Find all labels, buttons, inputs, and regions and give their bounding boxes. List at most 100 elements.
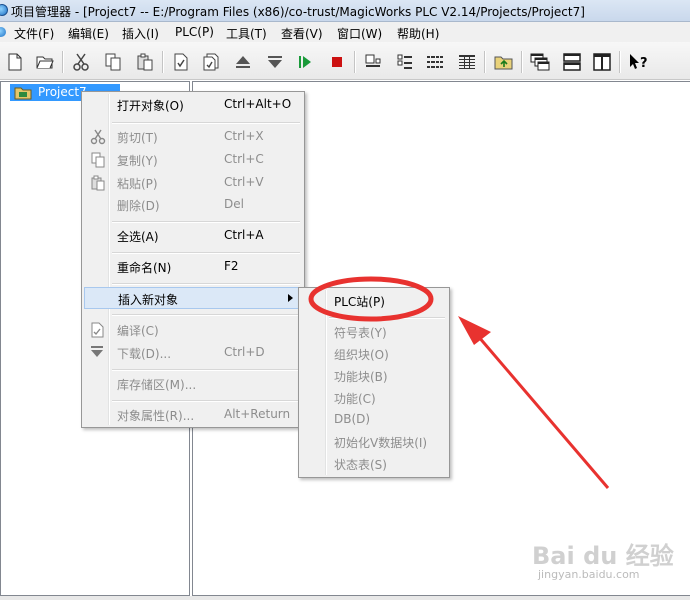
copy-icon [90, 152, 106, 171]
compile-icon [90, 322, 106, 341]
context-item-copy[interactable]: 复制(Y) Ctrl+C [84, 149, 302, 171]
tile-horizontal-icon[interactable] [561, 51, 583, 73]
compile-icon[interactable] [170, 51, 192, 73]
tree-item-label: Project7 [38, 85, 87, 99]
menu-separator [329, 317, 445, 319]
menu-item-shortcut: F2 [224, 259, 239, 273]
toolbar-separator [354, 51, 356, 73]
stop-icon[interactable] [326, 51, 348, 73]
menu-item-shortcut: Alt+Return [224, 407, 291, 421]
status-bar [0, 596, 690, 600]
context-item-delete[interactable]: 删除(D) Del [84, 194, 302, 216]
context-item-paste[interactable]: 粘贴(P) Ctrl+V [84, 172, 302, 194]
help-icon[interactable]: ? [627, 51, 649, 73]
title-bar: 项目管理器 - [Project7 -- E:/Program Files (x… [0, 0, 690, 22]
paste-icon [90, 175, 106, 194]
tile-vertical-icon[interactable] [591, 51, 613, 73]
cut-icon[interactable] [70, 51, 92, 73]
compile-all-icon[interactable] [200, 51, 222, 73]
context-menu: 打开对象(O) Ctrl+Alt+O 剪切(T) Ctrl+X 复制(Y) Ct… [81, 91, 305, 428]
small-icons-icon[interactable] [394, 51, 416, 73]
toolbar-separator [484, 51, 486, 73]
menu-tools[interactable]: 工具(T) [226, 25, 267, 42]
menu-item-shortcut: Ctrl+C [224, 152, 264, 166]
svg-text:?: ? [640, 56, 648, 71]
menu-separator [112, 400, 300, 402]
submenu-item-status-table[interactable]: 状态表(S) [301, 453, 447, 475]
menu-item-label: DB(D) [334, 412, 371, 426]
menu-item-shortcut: Ctrl+Alt+O [224, 97, 292, 111]
menu-item-label: 对象属性(R)... [117, 409, 195, 423]
menu-item-label: 功能块(B) [334, 370, 388, 384]
menu-view[interactable]: 查看(V) [281, 25, 323, 42]
download-icon[interactable] [264, 51, 286, 73]
menu-item-shortcut: Ctrl+D [224, 345, 265, 359]
menu-item-label: 编译(C) [117, 324, 159, 338]
submenu-item-function-block[interactable]: 功能块(B) [301, 365, 447, 387]
menu-item-shortcut: Del [224, 197, 244, 211]
menu-item-label: 初始化V数据块(I) [334, 436, 428, 450]
menu-item-shortcut: Ctrl+X [224, 129, 264, 143]
context-item-open-object[interactable]: 打开对象(O) Ctrl+Alt+O [84, 94, 302, 116]
menu-item-label: 复制(Y) [117, 154, 158, 168]
context-item-download[interactable]: 下载(D)... Ctrl+D [84, 342, 302, 364]
watermark-logo-text: Bai du 经验 [532, 542, 674, 570]
menu-help[interactable]: 帮助(H) [397, 25, 439, 42]
open-icon[interactable] [34, 51, 56, 73]
menu-insert[interactable]: 插入(I) [122, 25, 159, 42]
context-item-cut[interactable]: 剪切(T) Ctrl+X [84, 126, 302, 148]
menu-separator [112, 283, 300, 285]
context-item-insert-new-object[interactable]: 插入新对象 [84, 287, 302, 309]
submenu-item-plc-station[interactable]: PLC站(P) [301, 290, 447, 312]
submenu-item-db[interactable]: DB(D) [301, 409, 447, 431]
menu-plc[interactable]: PLC(P) [175, 25, 214, 39]
watermark-url: jingyan.baidu.com [538, 568, 640, 581]
submenu-item-symbol-table[interactable]: 符号表(Y) [301, 321, 447, 343]
toolbar-separator [162, 51, 164, 73]
copy-icon[interactable] [102, 51, 124, 73]
menu-item-label: PLC站(P) [334, 295, 385, 309]
upload-icon[interactable] [232, 51, 254, 73]
context-item-rename[interactable]: 重命名(N) F2 [84, 256, 302, 278]
toolbar-separator [62, 51, 64, 73]
menu-item-label: 功能(C) [334, 392, 376, 406]
menu-item-label: 符号表(Y) [334, 326, 387, 340]
menu-separator [112, 122, 300, 124]
new-icon[interactable] [4, 51, 26, 73]
paste-icon[interactable] [134, 51, 156, 73]
menu-separator [112, 314, 300, 316]
menu-file[interactable]: 文件(F) [14, 25, 54, 42]
menu-edit[interactable]: 编辑(E) [68, 25, 109, 42]
app-icon [0, 4, 8, 16]
menu-item-label: 剪切(T) [117, 131, 158, 145]
menu-item-label: 下载(D)... [117, 347, 172, 361]
toolbar-separator [521, 51, 523, 73]
context-item-library-memory[interactable]: 库存储区(M)... [84, 373, 302, 395]
context-item-compile[interactable]: 编译(C) [84, 319, 302, 341]
submenu-item-function[interactable]: 功能(C) [301, 387, 447, 409]
toolbar: ? [0, 42, 690, 80]
context-item-select-all[interactable]: 全选(A) Ctrl+A [84, 225, 302, 247]
context-item-object-properties[interactable]: 对象属性(R)... Alt+Return [84, 404, 302, 426]
folder-up-icon[interactable] [493, 51, 515, 73]
submenu-item-init-v-data-block[interactable]: 初始化V数据块(I) [301, 431, 447, 453]
window-title: 项目管理器 - [Project7 -- E:/Program Files (x… [11, 5, 585, 19]
menu-item-label: 全选(A) [117, 230, 159, 244]
list-icon[interactable] [424, 51, 446, 73]
project-folder-icon [14, 86, 32, 103]
menu-item-label: 组织块(O) [334, 348, 389, 362]
toolbar-separator [619, 51, 621, 73]
menu-item-label: 重命名(N) [117, 261, 172, 275]
menu-window[interactable]: 窗口(W) [337, 25, 382, 42]
run-icon[interactable] [294, 51, 316, 73]
insert-object-submenu: PLC站(P) 符号表(Y) 组织块(O) 功能块(B) 功能(C) DB(D)… [298, 287, 450, 478]
submenu-item-organization-block[interactable]: 组织块(O) [301, 343, 447, 365]
system-menu-icon[interactable] [0, 27, 6, 37]
menu-separator [112, 369, 300, 371]
scissors-icon [90, 129, 106, 148]
menu-item-label: 粘贴(P) [117, 177, 158, 191]
cascade-icon[interactable] [529, 51, 551, 73]
download-icon [90, 345, 104, 362]
large-icons-icon[interactable] [362, 51, 384, 73]
details-icon[interactable] [456, 51, 478, 73]
